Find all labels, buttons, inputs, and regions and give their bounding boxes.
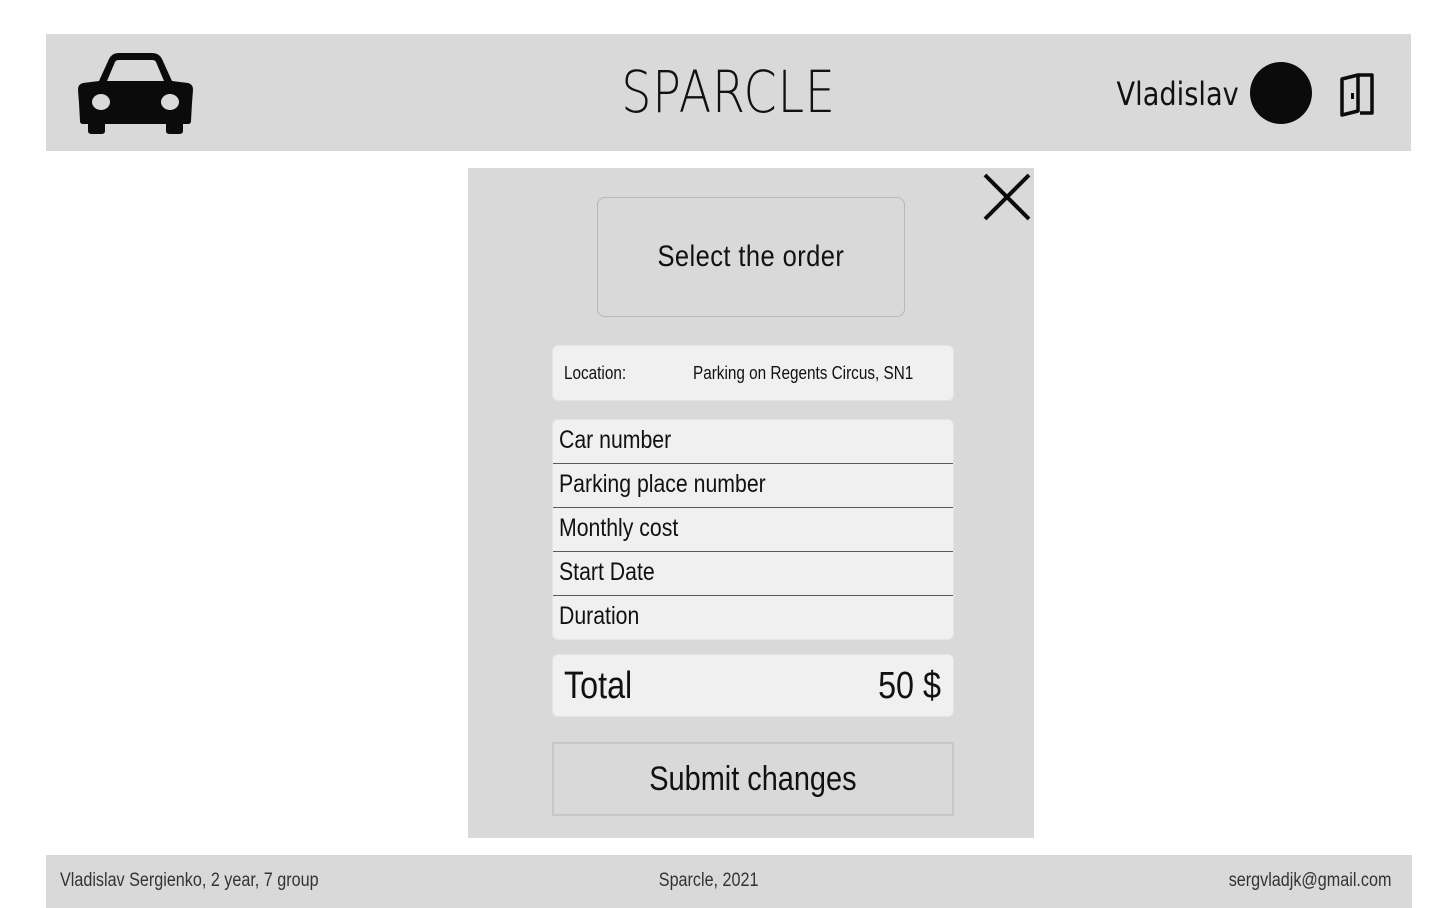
total-value: 50 $ (878, 665, 941, 707)
start-date-field[interactable]: Start Date (553, 552, 953, 596)
car-number-field[interactable]: Car number (553, 420, 953, 464)
select-order-button[interactable]: Select the order (597, 197, 905, 317)
location-value: Parking on Regents Circus, SN1 (693, 363, 914, 383)
submit-changes-label: Submit changes (649, 759, 857, 798)
select-order-label: Select the order (657, 240, 845, 273)
submit-changes-button[interactable]: Submit changes (552, 742, 954, 816)
total-label: Total (564, 665, 633, 707)
location-label: Location: (564, 363, 627, 383)
location-display: Location: Parking on Regents Circus, SN1 (552, 345, 954, 401)
footer: Vladislav Sergienko, 2 year, 7 group Spa… (46, 855, 1412, 908)
start-date-label: Start Date (559, 558, 655, 586)
duration-field[interactable]: Duration (553, 596, 953, 639)
order-fields: Car number Parking place number Monthly … (552, 419, 954, 640)
user-name[interactable]: Vladislav (1117, 74, 1239, 114)
total-display: Total 50 $ (552, 654, 954, 717)
parking-place-number-field[interactable]: Parking place number (553, 464, 953, 508)
parking-place-number-label: Parking place number (559, 470, 766, 498)
duration-label: Duration (559, 602, 640, 630)
avatar[interactable] (1250, 62, 1312, 124)
car-number-label: Car number (559, 426, 672, 454)
monthly-cost-field[interactable]: Monthly cost (553, 508, 953, 552)
monthly-cost-label: Monthly cost (559, 514, 679, 542)
footer-email[interactable]: sergvladjk@gmail.com (1228, 870, 1391, 892)
footer-copyright: Sparcle, 2021 (659, 870, 759, 891)
order-modal: Select the order Location: Parking on Re… (468, 168, 1034, 838)
close-icon[interactable] (982, 172, 1032, 222)
door-exit-icon[interactable] (1338, 71, 1378, 117)
header: SPARCLE Vladislav (46, 34, 1411, 151)
